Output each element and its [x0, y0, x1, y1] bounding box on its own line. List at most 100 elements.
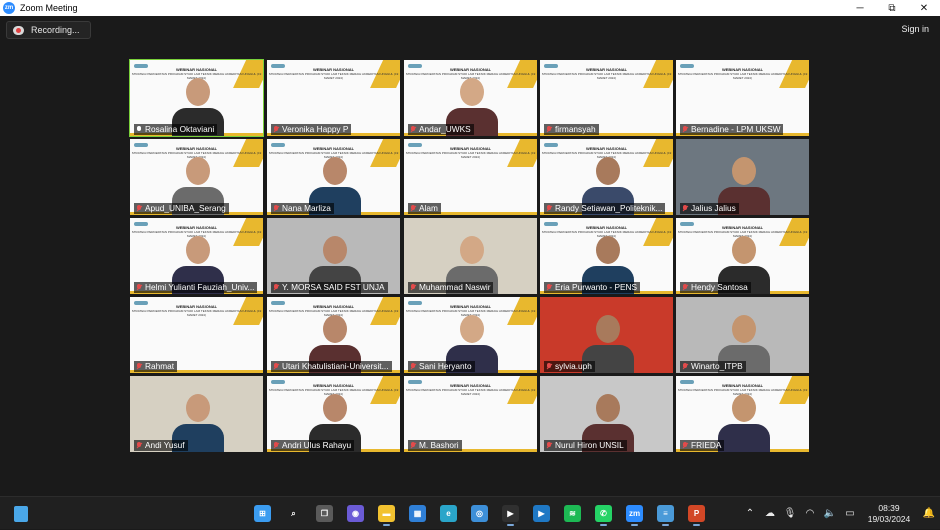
participant-name: Veronika Happy P [282, 124, 349, 134]
taskbar-app-spotify[interactable]: ≋ [557, 501, 588, 526]
participant-name-label: Apud_UNIBA_Serang [134, 203, 229, 214]
taskbar-apps: ⊞ ⌕ ❐ ◉ ▬ ▦ e ◎ ▶ ▶ ≋ ✆ zm ≡ P [247, 501, 712, 526]
video-tile[interactable]: Nurul Hiron UNSIL [540, 376, 673, 452]
participant-head [732, 394, 756, 422]
video-tile[interactable]: Winarto_ITPB [676, 297, 809, 373]
participant-head [460, 315, 484, 343]
sign-in-link[interactable]: Sign in [901, 24, 929, 34]
mic-muted-icon [136, 205, 142, 212]
video-tile[interactable]: WEBINAR NASIONAL STRATEGI PERCEPATAN PROG… [676, 376, 809, 452]
taskbar-app-zoom[interactable]: zm [619, 501, 650, 526]
participant-name: sylvia.uph [555, 361, 592, 371]
mic-muted-icon [546, 284, 552, 291]
zoom-icon: zm [626, 505, 643, 522]
participant-name: Eria Purwanto - PENS [555, 282, 638, 292]
notification-icon[interactable]: 🔔 [918, 497, 940, 530]
taskbar-app-search[interactable]: ⌕ [278, 501, 309, 526]
wifi-icon[interactable]: ◠ [800, 497, 820, 530]
mic-muted-icon [273, 205, 279, 212]
participant-name-label: Randy Setiawan_Politeknik... [544, 203, 666, 214]
participant-name: Rahmat [145, 361, 175, 371]
mic-muted-icon [682, 126, 688, 133]
video-tile[interactable]: Y. MORSA SAID FST UNJA [267, 218, 400, 294]
mic-muted-icon [136, 363, 142, 370]
participant-name-label: Andar_UWKS [408, 124, 474, 135]
mic-muted-icon [273, 442, 279, 449]
participant-name-label: Rahmat [134, 361, 178, 372]
close-button[interactable]: ✕ [908, 0, 940, 16]
recording-label: Recording... [31, 25, 80, 35]
taskbar-app-windows-start[interactable]: ⊞ [247, 501, 278, 526]
video-tile[interactable]: WEBINAR NASIONAL STRATEGI PERCEPATAN PROG… [267, 376, 400, 452]
participant-name: FRIEDA [691, 440, 722, 450]
participant-name: Andar_UWKS [419, 124, 471, 134]
video-tile[interactable]: Andi Yusuf [130, 376, 263, 452]
widgets-icon[interactable] [14, 506, 28, 522]
spotify-icon: ≋ [564, 505, 581, 522]
mic-muted-icon [682, 205, 688, 212]
video-tile[interactable]: WEBINAR NASIONAL STRATEGI PERCEPATAN PROG… [130, 297, 263, 373]
video-tile[interactable]: WEBINAR NASIONAL STRATEGI PERCEPATAN PROG… [540, 139, 673, 215]
onedrive-icon[interactable]: ☁ [760, 497, 780, 530]
movies-icon: ▶ [533, 505, 550, 522]
mic-muted-icon [136, 284, 142, 291]
recording-indicator[interactable]: Recording... [6, 21, 91, 39]
mic-muted-icon [136, 442, 142, 449]
clock[interactable]: 08:39 19/03/2024 [860, 503, 918, 525]
taskbar-app-powerpoint[interactable]: P [681, 501, 712, 526]
mic-muted-icon [410, 205, 416, 212]
participant-name: Jalius Jalius [691, 203, 736, 213]
maximize-button[interactable]: ⧉ [876, 0, 908, 16]
taskbar-app-whatsapp[interactable]: ✆ [588, 501, 619, 526]
participant-name-label: Utari Khatulistiani-Universit... [271, 361, 392, 372]
mic-muted-icon [682, 442, 688, 449]
participant-name-label: Jalius Jalius [680, 203, 739, 214]
video-tile[interactable]: WEBINAR NASIONAL STRATEGI PERCEPATAN PROG… [540, 218, 673, 294]
video-tile[interactable]: WEBINAR NASIONAL STRATEGI PERCEPATAN PROG… [129, 59, 264, 137]
participant-head [186, 394, 210, 422]
video-tile[interactable]: WEBINAR NASIONAL STRATEGI PERCEPATAN PROG… [130, 139, 263, 215]
taskbar-app-chrome[interactable]: ◎ [464, 501, 495, 526]
task-view-icon: ❐ [316, 505, 333, 522]
video-tile[interactable]: Muhammad Naswir [404, 218, 537, 294]
slide-subtitle: STRATEGI PERCEPATAN PROGRAM STUDI LAM TE… [677, 72, 808, 80]
video-tile[interactable]: WEBINAR NASIONAL STRATEGI PERCEPATAN PROG… [404, 139, 537, 215]
participant-head [596, 394, 620, 422]
media-player-icon: ▶ [502, 505, 519, 522]
video-tile[interactable]: WEBINAR NASIONAL STRATEGI PERCEPATAN PROG… [676, 60, 809, 136]
video-tile[interactable]: WEBINAR NASIONAL STRATEGI PERCEPATAN PROG… [404, 297, 537, 373]
taskbar-app-notepad[interactable]: ≡ [650, 501, 681, 526]
taskbar-app-meet[interactable]: ◉ [340, 501, 371, 526]
taskbar-app-task-view[interactable]: ❐ [309, 501, 340, 526]
video-tile[interactable]: WEBINAR NASIONAL STRATEGI PERCEPATAN PROG… [540, 60, 673, 136]
microphone-icon[interactable]: 🎙 [780, 497, 800, 530]
volume-icon[interactable]: 🔈 [820, 497, 840, 530]
video-tile[interactable]: sylvia.uph [540, 297, 673, 373]
show-hidden-icons-icon[interactable]: ⌃ [740, 497, 760, 530]
file-explorer-icon: ▬ [378, 505, 395, 522]
battery-icon[interactable]: ▭ [840, 497, 860, 530]
participant-name: Winarto_ITPB [691, 361, 743, 371]
video-tile[interactable]: WEBINAR NASIONAL STRATEGI PERCEPATAN PROG… [267, 297, 400, 373]
taskbar-app-store[interactable]: ▦ [402, 501, 433, 526]
video-tile[interactable]: WEBINAR NASIONAL STRATEGI PERCEPATAN PROG… [130, 218, 263, 294]
participant-head [460, 236, 484, 264]
video-tile[interactable]: Jalius Jalius [676, 139, 809, 215]
taskbar-app-edge[interactable]: e [433, 501, 464, 526]
mic-muted-icon [273, 284, 279, 291]
minimize-button[interactable]: ─ [844, 0, 876, 16]
participant-name: Utari Khatulistiani-Universit... [282, 361, 389, 371]
participant-name: Bernadine - LPM UKSW [691, 124, 781, 134]
video-tile[interactable]: WEBINAR NASIONAL STRATEGI PERCEPATAN PROG… [676, 218, 809, 294]
video-tile[interactable]: WEBINAR NASIONAL STRATEGI PERCEPATAN PROG… [267, 139, 400, 215]
taskbar-app-media-player[interactable]: ▶ [495, 501, 526, 526]
video-tile[interactable]: WEBINAR NASIONAL STRATEGI PERCEPATAN PROG… [267, 60, 400, 136]
participant-name-label: Hendy Santosa [680, 282, 751, 293]
participant-name-label: FRIEDA [680, 440, 725, 451]
taskbar-app-file-explorer[interactable]: ▬ [371, 501, 402, 526]
video-tile[interactable]: WEBINAR NASIONAL STRATEGI PERCEPATAN PROG… [404, 376, 537, 452]
video-tile[interactable]: WEBINAR NASIONAL STRATEGI PERCEPATAN PROG… [404, 60, 537, 136]
recording-icon [13, 25, 24, 35]
participant-head [323, 236, 347, 264]
taskbar-app-movies[interactable]: ▶ [526, 501, 557, 526]
